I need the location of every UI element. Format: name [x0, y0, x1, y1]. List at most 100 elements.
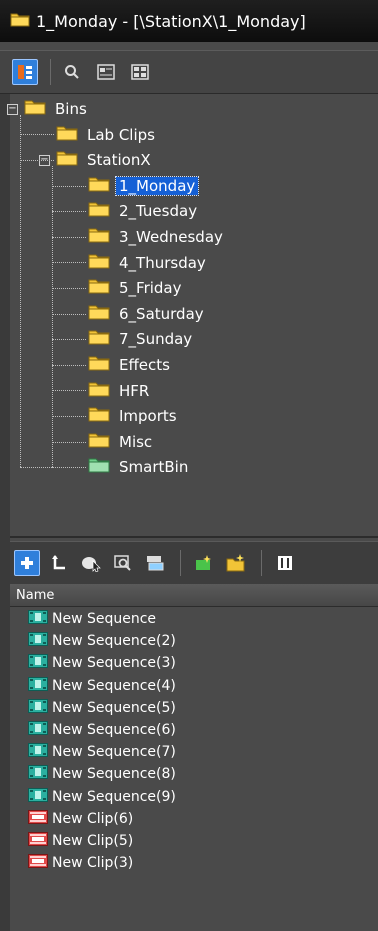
list-item[interactable]: New Clip(3): [10, 852, 378, 874]
tree-connector: [52, 441, 86, 443]
go-up-button[interactable]: [46, 550, 72, 576]
tree-connector: [20, 160, 54, 161]
folder-icon: [88, 329, 110, 349]
tree-item-label: Effects: [119, 356, 170, 374]
tree-connector: [52, 211, 86, 213]
folder-icon: [88, 432, 110, 452]
sequence-icon: [28, 721, 48, 739]
columns-button[interactable]: [272, 550, 298, 576]
tree-item[interactable]: 7_Sunday: [88, 326, 195, 352]
sequence-icon: [28, 787, 48, 806]
tree-item[interactable]: 1_Monday: [88, 173, 200, 199]
tree-item[interactable]: 3_Wednesday: [88, 224, 226, 250]
sequence-icon: [28, 743, 48, 761]
tree-item[interactable]: 6_Saturday: [88, 301, 207, 327]
find-button[interactable]: [59, 59, 85, 85]
tree-item[interactable]: 2_Tuesday: [88, 198, 200, 224]
tree-item[interactable]: Imports: [88, 403, 180, 429]
cursor-tool-button[interactable]: [78, 550, 104, 576]
sequence-icon: [28, 632, 48, 650]
folder-icon: [88, 201, 110, 221]
list-item[interactable]: New Clip(6): [10, 808, 378, 830]
toolbar-separator: [261, 550, 262, 576]
list-view-button[interactable]: [93, 59, 119, 85]
tree-item[interactable]: SmartBin: [88, 454, 191, 480]
list-item-label: New Sequence(4): [52, 677, 176, 694]
list-item-label: New Sequence(2): [52, 633, 176, 650]
tree-view-icon: [18, 65, 32, 79]
smart-bin-icon: [88, 457, 110, 477]
tree-item-label: 3_Wednesday: [119, 228, 223, 246]
tree-item-label: 2_Tuesday: [119, 202, 198, 221]
tree-item-label: Bins: [55, 100, 87, 118]
tree-item[interactable]: Bins: [24, 96, 90, 122]
list-item[interactable]: New Sequence(8): [10, 763, 378, 785]
clip-icon: [28, 854, 48, 872]
tree-item-label: 1_Monday: [114, 175, 200, 196]
bin-tree[interactable]: Bins − Lab Clips StationX −1_Monday 2_Tuesday…: [7, 96, 378, 536]
frame-view-button[interactable]: [127, 59, 153, 85]
tree-connector: [52, 390, 86, 392]
list-item[interactable]: New Sequence(4): [10, 675, 378, 697]
name-column-header[interactable]: Name: [10, 584, 378, 607]
list-item-label: New Sequence(3): [52, 655, 176, 672]
folder-icon: [88, 381, 110, 401]
tree-item-label: 7_Sunday: [119, 330, 193, 349]
plus-icon: [21, 557, 33, 569]
list-item-label: New Sequence(7): [52, 744, 176, 761]
tree-item-label: Imports: [119, 407, 177, 426]
list-item-label: New Clip(6): [52, 810, 134, 827]
list-item[interactable]: New Sequence(2): [10, 630, 378, 652]
sequence-icon: [28, 698, 48, 717]
bin-toolbar: [0, 50, 378, 94]
up-level-icon: [52, 555, 65, 570]
frame-view-icon: [131, 64, 149, 80]
list-item-label: New Sequence(5): [52, 699, 176, 716]
list-item-label: New Clip(3): [52, 855, 134, 872]
find-in-bin-button[interactable]: [110, 550, 136, 576]
left-edge: [0, 92, 10, 931]
bin-contents-list[interactable]: New Sequence New Sequence(2) New Sequence(…: [10, 608, 378, 931]
tree-item-label: 6_Saturday: [119, 304, 204, 323]
tree-item-label: Lab Clips: [87, 125, 155, 144]
list-item-label: New Sequence(8): [52, 766, 176, 783]
list-item-label: New Sequence: [52, 611, 157, 628]
pane-divider[interactable]: [10, 536, 378, 538]
list-item[interactable]: New Sequence(3): [10, 652, 378, 674]
folder-icon: [56, 150, 78, 170]
tree-view-button[interactable]: [12, 59, 38, 85]
list-item-label: New Clip(5): [52, 832, 134, 849]
new-smart-bin-button[interactable]: [191, 550, 217, 576]
tree-item-label: StationX: [87, 151, 151, 170]
list-item[interactable]: New Sequence(5): [10, 697, 378, 719]
list-item[interactable]: New Sequence(6): [10, 719, 378, 741]
folder-icon: [88, 253, 110, 273]
folder-icon: [24, 99, 46, 119]
tree-item[interactable]: 4_Thursday: [88, 250, 209, 276]
tree-connector: [52, 364, 86, 366]
tree-connector: [52, 288, 86, 289]
list-item[interactable]: New Clip(5): [10, 830, 378, 852]
tree-item[interactable]: Effects: [88, 352, 173, 378]
tree-connector: [52, 185, 86, 187]
bin-layout-button[interactable]: [142, 550, 168, 576]
list-item[interactable]: New Sequence(7): [10, 741, 378, 763]
tree-item[interactable]: StationX: [56, 147, 154, 173]
list-item[interactable]: New Sequence: [10, 608, 378, 630]
tree-item[interactable]: Lab Clips: [56, 122, 158, 148]
tree-connector: [20, 134, 54, 136]
collapse-toggle[interactable]: −: [7, 104, 18, 115]
column-header-label: Name: [16, 587, 55, 603]
add-button[interactable]: [14, 550, 40, 576]
toolbar-separator: [50, 59, 51, 85]
tree-item[interactable]: 5_Friday: [88, 275, 185, 301]
tree-connector: [52, 339, 86, 341]
tree-item[interactable]: Misc: [88, 429, 155, 455]
list-item[interactable]: New Sequence(9): [10, 786, 378, 808]
sparkle-bin-icon: [196, 555, 211, 570]
tree-item[interactable]: HFR: [88, 378, 152, 404]
list-view-icon: [97, 64, 115, 80]
folder-icon: [88, 304, 110, 324]
new-bin-button[interactable]: [223, 550, 249, 576]
tree-item-label: SmartBin: [119, 458, 189, 477]
